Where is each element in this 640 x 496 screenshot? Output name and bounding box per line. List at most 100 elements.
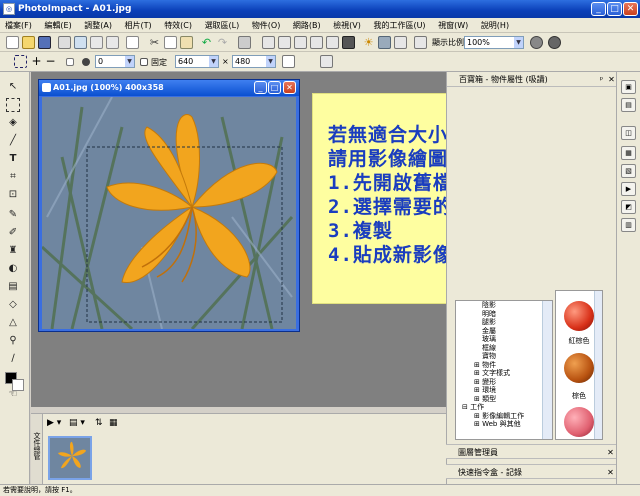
brush-tool-icon[interactable]: ╱ [6, 134, 20, 148]
panel-toggle-icon[interactable]: ▶ [621, 182, 636, 196]
maximize-button[interactable]: □ [607, 2, 622, 16]
menu-photo[interactable]: 相片(T) [120, 18, 157, 33]
pin-icon[interactable]: ᵖ [597, 75, 606, 84]
tree-item[interactable]: 明暗 [460, 310, 552, 319]
close-button[interactable]: ✕ [623, 2, 638, 16]
panel-toggle-icon[interactable]: ◫ [621, 126, 636, 140]
text-tool-icon[interactable]: T [6, 152, 20, 166]
circle-shape-icon[interactable] [82, 58, 90, 66]
square-shape-icon[interactable] [66, 58, 74, 66]
play-icon[interactable]: ▶ ▾ [47, 418, 61, 428]
panel-close-icon[interactable]: ✕ [607, 75, 616, 84]
tool-a-icon[interactable] [262, 36, 275, 49]
background-color-swatch[interactable] [12, 379, 24, 391]
panel-toggle-icon[interactable]: ▧ [621, 164, 636, 178]
gallery-tree[interactable]: 陰影 明暗 腿影 金屬 玻璃 框線 寶物 ⊞ 物件 ⊞ 文字樣式 ⊞ 變形 ⊞ … [455, 300, 553, 440]
copy-icon[interactable] [164, 36, 177, 49]
tree-item[interactable]: ⊞ 物件 [460, 361, 552, 370]
tree-scrollbar[interactable] [542, 301, 552, 439]
image-document-window[interactable]: A01.jpg (100%) 400x358 _ □ ✕ [38, 79, 300, 332]
zoom-select[interactable]: 100% ▼ [464, 36, 524, 49]
minimize-button[interactable]: _ [591, 2, 606, 16]
tree-item[interactable]: 陰影 [460, 301, 552, 310]
document-thumbnail[interactable] [48, 436, 92, 480]
list-icon[interactable]: ▦ [109, 418, 118, 428]
menu-selection[interactable]: 選取區(L) [200, 18, 245, 33]
tree-item[interactable]: ⊞ 影像編輯工作 [460, 412, 552, 421]
swatch-red-ball[interactable] [564, 301, 594, 331]
panel-toggle-icon[interactable]: ▥ [621, 218, 636, 232]
eraser-tool-icon[interactable]: ◈ [6, 116, 20, 130]
image-window-maximize[interactable]: □ [268, 81, 281, 94]
menu-effect[interactable]: 特效(C) [159, 18, 197, 33]
angle-input[interactable]: 0 ▼ [95, 55, 135, 68]
sun-icon[interactable]: ☀ [362, 36, 375, 49]
quick-command-close-icon[interactable]: ✕ [606, 468, 615, 477]
menu-workspace[interactable]: 我的工作區(U) [368, 18, 430, 33]
tree-item[interactable]: 腿影 [460, 318, 552, 327]
crop-tool-icon[interactable]: ⌗ [6, 170, 20, 184]
scan-icon[interactable] [74, 36, 87, 49]
navigator-icon[interactable] [530, 36, 543, 49]
paint-tool-icon[interactable]: ✎ [6, 208, 20, 222]
tree-item[interactable]: ⊟ 工作 [460, 403, 552, 412]
image-window-close[interactable]: ✕ [283, 81, 296, 94]
new-file-icon[interactable] [6, 36, 19, 49]
save-doc-icon[interactable]: ▤ ▾ [69, 418, 85, 428]
lily-photo[interactable] [42, 97, 296, 329]
object-eraser-icon[interactable]: ◇ [6, 298, 20, 312]
zoom-tool-left-icon[interactable]: ⚲ [6, 334, 20, 348]
panel-toggle-icon[interactable]: ▣ [621, 80, 636, 94]
tool-g-icon[interactable] [378, 36, 391, 49]
tree-item[interactable]: 框線 [460, 344, 552, 353]
swatch-scrollbar[interactable] [594, 291, 602, 439]
save-icon[interactable] [38, 36, 51, 49]
gradient-tool-icon[interactable]: ▤ [6, 280, 20, 294]
tool-b-icon[interactable] [278, 36, 291, 49]
tool-c-icon[interactable] [294, 36, 307, 49]
fill-tool-icon[interactable]: ◐ [6, 262, 20, 276]
tree-item[interactable]: ⊞ 環境 [460, 386, 552, 395]
option-b-icon[interactable] [320, 55, 333, 68]
image-window-minimize[interactable]: _ [254, 81, 267, 94]
option-a-icon[interactable] [282, 55, 295, 68]
layer-manager-close-icon[interactable]: ✕ [606, 448, 615, 457]
selection-tool-icon[interactable] [6, 98, 20, 112]
panel-toggle-icon[interactable]: ◩ [621, 200, 636, 214]
camera-icon[interactable] [90, 36, 103, 49]
tree-item[interactable]: 金屬 [460, 327, 552, 336]
retouch-tool-icon[interactable]: ✐ [6, 226, 20, 240]
eyedropper-tool-icon[interactable]: ∕ [6, 352, 20, 366]
panel-toggle-icon[interactable]: ▦ [621, 146, 636, 160]
paste-icon[interactable] [180, 36, 193, 49]
tool-f-icon[interactable] [342, 36, 355, 49]
panel-toggle-icon[interactable]: ▤ [621, 98, 636, 112]
swatch-brown-ball[interactable] [564, 353, 594, 383]
sort-icon[interactable]: ⇅ [95, 418, 103, 428]
selection-shape-icon[interactable] [14, 55, 27, 68]
tool-d-icon[interactable] [310, 36, 323, 49]
menu-view[interactable]: 檢視(V) [328, 18, 366, 33]
tree-item[interactable]: 玻璃 [460, 335, 552, 344]
transform-tool-icon[interactable]: ⊡ [6, 188, 20, 202]
width-input[interactable]: 640 ▼ [175, 55, 219, 68]
zoom-tool-icon[interactable] [414, 36, 427, 49]
menu-window[interactable]: 視窗(W) [433, 18, 473, 33]
tree-item[interactable]: 寶物 [460, 352, 552, 361]
path-tool-icon[interactable]: △ [6, 316, 20, 330]
menu-adjust[interactable]: 調整(A) [79, 18, 117, 33]
menu-file[interactable]: 檔案(F) [0, 18, 37, 33]
cut-icon[interactable]: ✂ [148, 36, 161, 49]
layer-manager-header[interactable]: 圖層管理員 ✕ [446, 444, 616, 459]
help-icon[interactable] [548, 36, 561, 49]
paste-object-icon[interactable] [238, 36, 251, 49]
quick-command-header[interactable]: 快速指令盒 - 記錄 ✕ [446, 464, 616, 479]
menu-object[interactable]: 物件(O) [247, 18, 286, 33]
print-icon[interactable] [58, 36, 71, 49]
preview-icon[interactable] [126, 36, 139, 49]
menu-edit[interactable]: 編輯(E) [39, 18, 76, 33]
fixed-checkbox[interactable] [140, 58, 148, 66]
tree-item[interactable]: ⊞ 類型 [460, 395, 552, 404]
dropdown-icon[interactable] [106, 36, 119, 49]
tool-h-icon[interactable] [394, 36, 407, 49]
